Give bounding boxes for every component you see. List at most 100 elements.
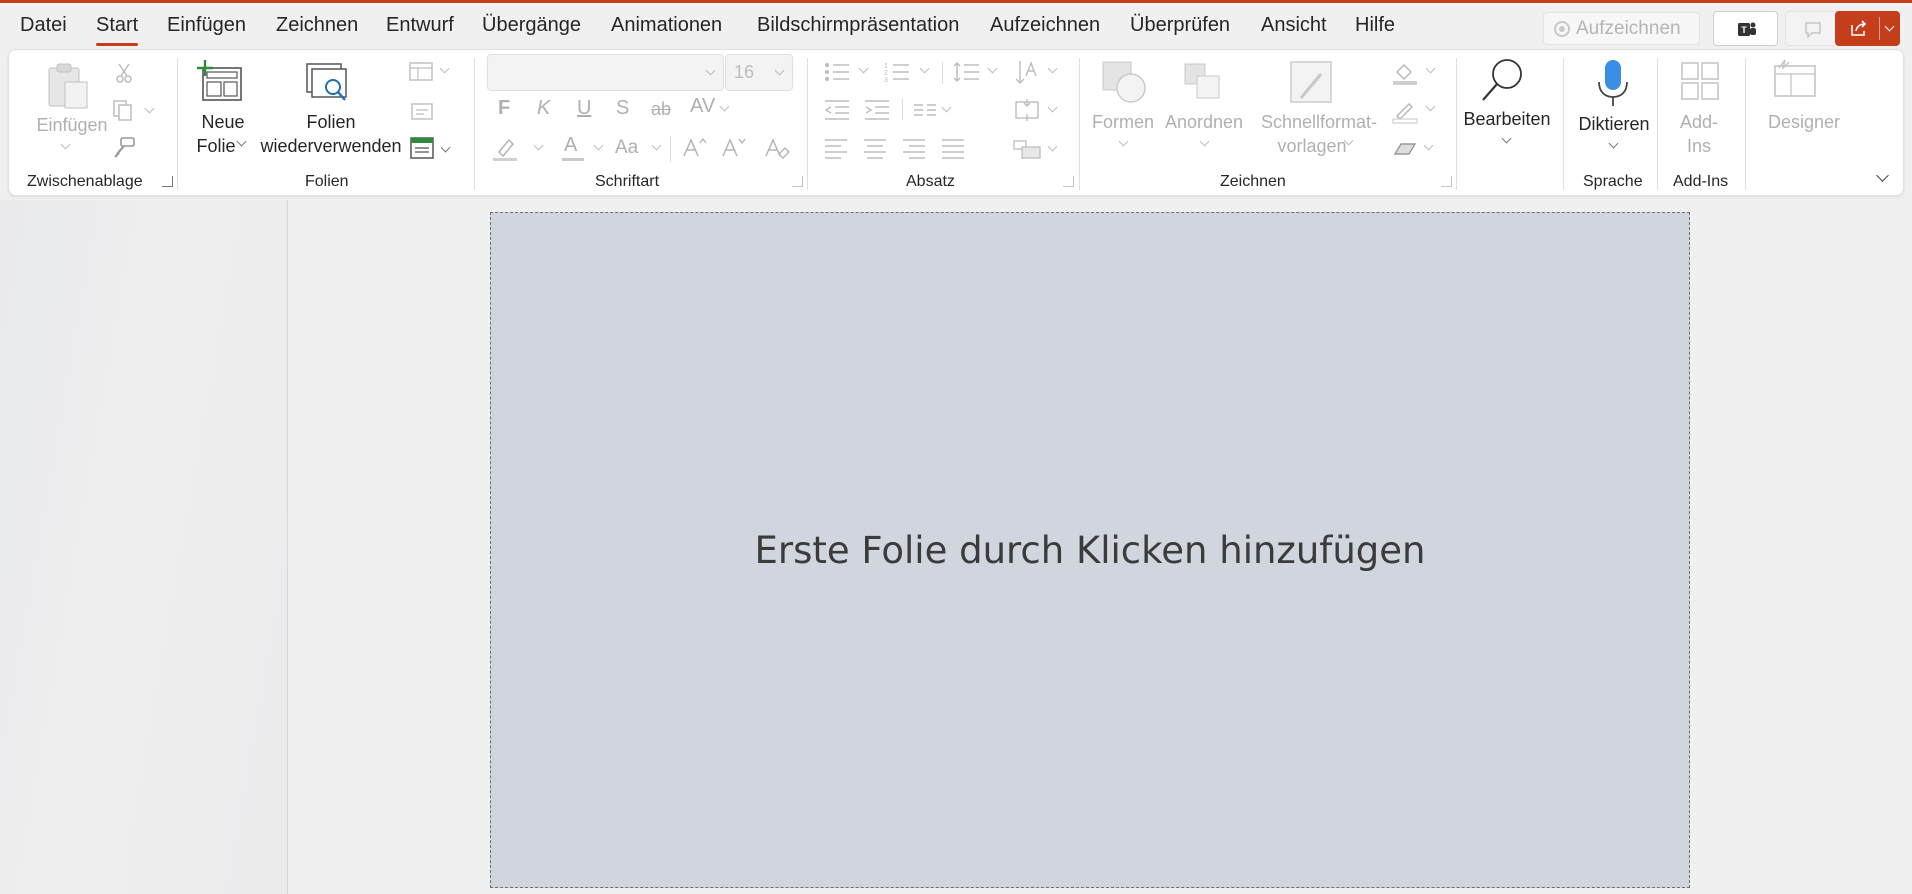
layout-chevron-down-icon[interactable] [439,63,450,74]
decrease-font-size-icon[interactable] [720,134,748,162]
teams-share-button[interactable]: T [1713,11,1778,46]
ribbon-collapse-chevron-icon[interactable] [1876,169,1889,182]
new-slide-button[interactable]: Neue Folie [195,110,251,158]
ribbon: Einfügen Zwischenablage Neue Folie Folie… [8,49,1904,196]
clear-formatting-icon[interactable] [763,134,791,162]
teams-icon: T [1738,22,1756,36]
align-center-icon[interactable] [862,137,888,159]
reuse-slides-label-line1: Folien [306,112,356,132]
shape-fill-chevron-down-icon[interactable] [1425,63,1436,74]
font-color-chevron-down-icon[interactable] [593,140,604,151]
font-color-button[interactable]: A [564,135,577,155]
align-right-icon[interactable] [901,137,927,159]
paste-chevron-down-icon[interactable] [60,139,71,150]
empty-slide-placeholder[interactable]: Erste Folie durch Klicken hinzufügen [490,212,1690,888]
addins-icon [1681,62,1719,100]
tab-aufzeichnen[interactable]: Aufzeichnen [990,14,1100,37]
tab-bildschirmpraesentation[interactable]: Bildschirmpräsentation [757,14,959,37]
change-case-button[interactable]: Aa [615,138,638,158]
numbering-icon[interactable]: 123 [883,60,911,84]
columns-icon[interactable] [912,100,938,120]
strikethrough-button[interactable]: ab [651,99,671,119]
highlight-icon[interactable] [491,134,521,162]
align-text-icon[interactable] [1012,98,1042,122]
format-painter-icon[interactable] [112,136,136,160]
tab-uebergaenge[interactable]: Übergänge [482,14,581,37]
shape-fill-icon[interactable] [1391,60,1419,86]
drawing-dialog-launcher-icon[interactable] [1441,176,1452,187]
smartart-chevron-down-icon[interactable] [1047,141,1058,152]
share-chevron-down-icon[interactable] [1884,21,1895,32]
italic-button[interactable]: K [537,98,550,118]
underline-button[interactable]: U [577,98,591,118]
copy-icon[interactable] [111,98,135,122]
smartart-icon[interactable] [1012,138,1042,160]
bullets-icon[interactable] [823,60,851,84]
line-spacing-chevron-down-icon[interactable] [987,63,998,74]
share-button[interactable] [1835,11,1900,46]
change-case-chevron-down-icon[interactable] [651,140,662,151]
shapes-chevron-down-icon[interactable] [1118,136,1129,147]
arrange-button[interactable]: Anordnen [1163,110,1245,134]
comment-icon [1805,22,1821,39]
edit-chevron-down-icon[interactable] [1501,133,1512,144]
paragraph-separator [942,62,943,84]
text-direction-icon[interactable] [1014,58,1040,86]
tab-start[interactable]: Start [96,14,139,46]
shadow-button[interactable]: S [616,98,629,118]
character-spacing-chevron-down-icon[interactable] [719,101,730,112]
bold-button[interactable]: F [498,98,510,118]
reset-slide-icon[interactable] [409,100,435,122]
layout-icon[interactable] [409,62,435,82]
shape-outline-icon[interactable] [1391,98,1419,124]
paste-button[interactable]: Einfügen [27,113,117,137]
increase-indent-icon[interactable] [863,98,891,122]
record-button[interactable]: Aufzeichnen [1543,12,1700,45]
reuse-slides-button[interactable]: Folien wiederverwenden [255,110,407,158]
shape-outline-chevron-down-icon[interactable] [1425,101,1436,112]
decrease-indent-icon[interactable] [823,98,851,122]
cut-icon[interactable] [113,62,135,84]
dictate-chevron-down-icon[interactable] [1608,138,1619,149]
align-text-chevron-down-icon[interactable] [1047,102,1058,113]
edit-button[interactable]: Bearbeiten [1457,107,1557,131]
quick-styles-button[interactable]: Schnellformat- vorlagen [1255,110,1383,158]
tab-hilfe[interactable]: Hilfe [1355,14,1395,37]
tab-zeichnen[interactable]: Zeichnen [276,14,358,37]
shape-effects-chevron-down-icon[interactable] [1423,140,1434,151]
bullets-chevron-down-icon[interactable] [858,63,869,74]
highlight-chevron-down-icon[interactable] [533,140,544,151]
tab-ueberpruefen[interactable]: Überprüfen [1130,14,1230,37]
font-dialog-launcher-icon[interactable] [792,176,803,187]
tab-datei[interactable]: Datei [20,14,67,37]
text-direction-chevron-down-icon[interactable] [1047,63,1058,74]
section-chevron-down-icon[interactable] [440,142,451,153]
section-icon[interactable] [409,136,435,160]
comments-button[interactable] [1785,11,1839,46]
align-left-icon[interactable] [823,137,849,159]
tab-einfuegen[interactable]: Einfügen [167,14,246,37]
shape-effects-icon[interactable] [1391,136,1419,162]
justify-icon[interactable] [940,137,966,159]
tab-animationen[interactable]: Animationen [611,14,722,37]
numbering-chevron-down-icon[interactable] [919,63,930,74]
character-spacing-button[interactable]: AV [690,96,715,116]
columns-chevron-down-icon[interactable] [941,102,952,113]
tab-entwurf[interactable]: Entwurf [386,14,454,37]
increase-font-size-icon[interactable] [681,134,709,162]
font-name-select[interactable] [487,54,724,91]
paragraph-dialog-launcher-icon[interactable] [1063,176,1074,187]
arrange-icon [1184,63,1220,99]
addins-button[interactable]: Add- Ins [1671,110,1727,158]
arrange-chevron-down-icon[interactable] [1199,136,1210,147]
font-size-select[interactable]: 16 [725,54,793,91]
line-spacing-icon[interactable] [953,60,981,84]
clipboard-dialog-launcher-icon[interactable] [162,176,173,187]
copy-chevron-down-icon[interactable] [144,103,155,114]
slide-thumbnails-pane[interactable] [0,200,288,894]
dictate-button[interactable]: Diktieren [1569,112,1659,136]
shapes-button[interactable]: Formen [1091,110,1155,134]
designer-button[interactable]: Designer [1757,110,1851,134]
paragraph-separator [902,98,903,120]
tab-ansicht[interactable]: Ansicht [1261,14,1327,37]
